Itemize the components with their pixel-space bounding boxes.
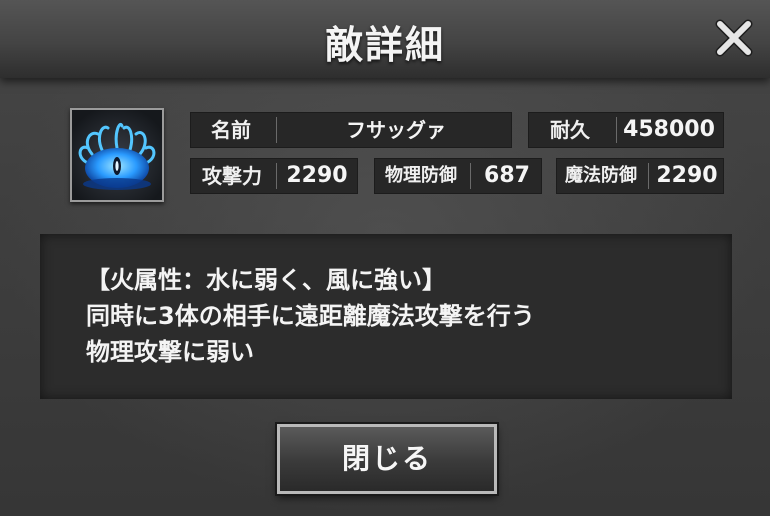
description-box: 【火属性：水に弱く、風に強い】 同時に3体の相手に遠距離魔法攻撃を行う 物理攻撃… bbox=[40, 234, 732, 399]
attack-value: 2290 bbox=[286, 163, 348, 188]
close-button[interactable]: 閉じる bbox=[277, 424, 497, 494]
separator bbox=[616, 117, 617, 143]
mag-def-value: 2290 bbox=[656, 163, 718, 188]
enemy-name-cell: 名前 フサッグァ bbox=[190, 112, 512, 148]
hp-value: 458000 bbox=[623, 117, 715, 142]
description-line: 同時に3体の相手に遠距離魔法攻撃を行う bbox=[86, 302, 535, 330]
phys-def-value: 687 bbox=[484, 163, 530, 188]
separator bbox=[276, 117, 277, 143]
enemy-detail-dialog: 敵詳細 名前 フサッグァ 耐久 458000 攻撃力 2290 物理防御 687… bbox=[0, 0, 770, 516]
close-x-icon-graphic bbox=[715, 19, 753, 57]
enemy-attack-cell: 攻撃力 2290 bbox=[190, 158, 358, 194]
hp-label: 耐久 bbox=[550, 118, 590, 142]
name-label: 名前 bbox=[211, 118, 251, 142]
mag-def-label: 魔法防御 bbox=[565, 165, 637, 186]
description-line: 物理攻撃に弱い bbox=[86, 338, 254, 366]
close-x-icon[interactable] bbox=[712, 18, 756, 58]
title-bar: 敵詳細 bbox=[0, 0, 770, 78]
separator bbox=[470, 163, 471, 189]
enemy-mag-def-cell: 魔法防御 2290 bbox=[556, 158, 724, 194]
description-line: 【火属性：水に弱く、風に強い】 bbox=[86, 266, 446, 294]
name-value: フサッグァ bbox=[346, 118, 446, 142]
enemy-phys-def-cell: 物理防御 687 bbox=[374, 158, 542, 194]
water-creature-icon bbox=[70, 108, 164, 202]
phys-def-label: 物理防御 bbox=[385, 165, 457, 186]
enemy-hp-cell: 耐久 458000 bbox=[528, 112, 724, 148]
attack-label: 攻撃力 bbox=[202, 164, 262, 188]
dialog-title: 敵詳細 bbox=[324, 22, 445, 67]
separator bbox=[648, 163, 649, 189]
separator bbox=[276, 163, 277, 189]
